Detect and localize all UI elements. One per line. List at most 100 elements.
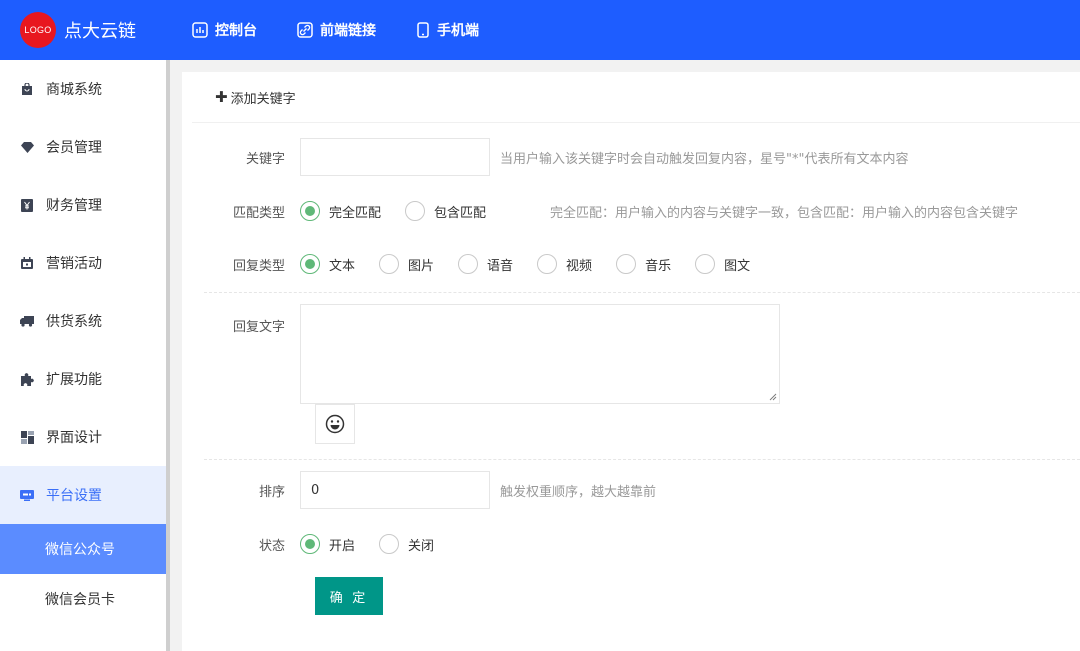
logo-badge: LOGO <box>20 12 56 48</box>
reply-type-video-radio[interactable]: 视频 <box>537 254 592 274</box>
match-exact-radio[interactable]: 完全匹配 <box>300 201 381 221</box>
confirm-button[interactable]: 确 定 <box>315 577 383 615</box>
radio-label: 图文 <box>724 258 751 274</box>
logo-area[interactable]: LOGO 点大云链 <box>20 12 192 48</box>
sidebar-item-label: 商城系统 <box>46 82 102 98</box>
resize-grip-icon[interactable] <box>769 393 777 401</box>
radio-circle <box>379 534 400 554</box>
mobile-icon <box>417 22 429 38</box>
sidebar-item-label: 平台设置 <box>46 488 102 504</box>
shopping-bag-icon <box>20 82 34 96</box>
reply-type-radio-group: 文本 图片 语音 视频 音乐 图文 <box>300 254 774 274</box>
reply-type-music-radio[interactable]: 音乐 <box>616 254 671 274</box>
radio-label: 包含匹配 <box>434 205 487 221</box>
sidebar-item-platform-settings[interactable]: 平台设置 <box>0 466 166 524</box>
truck-icon <box>20 314 34 328</box>
radio-label: 视频 <box>566 258 593 274</box>
radio-label: 图片 <box>408 258 435 274</box>
match-type-radio-group: 完全匹配 包含匹配 <box>300 201 510 221</box>
add-keyword-label: 添加关键字 <box>230 91 296 107</box>
radio-circle <box>537 254 558 274</box>
sidebar-item-label: 会员管理 <box>46 140 102 156</box>
radio-circle <box>458 254 479 274</box>
radio-circle <box>405 201 426 221</box>
sidebar-item-label: 供货系统 <box>46 314 102 330</box>
radio-label: 完全匹配 <box>329 205 382 221</box>
sidebar-item-label: 营销活动 <box>46 256 102 272</box>
layout-icon <box>20 430 34 444</box>
emoji-button[interactable] <box>315 404 355 444</box>
top-header: LOGO 点大云链 控制台 前端链接 手机端 <box>0 0 1080 60</box>
radio-label: 音乐 <box>645 258 672 274</box>
keyword-input[interactable] <box>300 138 490 176</box>
reply-type-image-radio[interactable]: 图片 <box>379 254 434 274</box>
settings-panel-icon <box>20 488 34 502</box>
reply-type-voice-radio[interactable]: 语音 <box>458 254 513 274</box>
reply-text-label: 回复文字 <box>232 320 285 335</box>
radio-circle <box>695 254 716 274</box>
radio-circle <box>616 254 637 274</box>
puzzle-icon <box>20 372 34 386</box>
sidebar-item-finance[interactable]: 财务管理 <box>0 176 166 234</box>
nav-frontend-link[interactable]: 前端链接 <box>297 20 376 40</box>
add-keyword-button[interactable]: ✚ 添加关键字 <box>192 72 1080 123</box>
keyword-hint: 当用户输入该关键字时会自动触发回复内容，星号"*"代表所有文本内容 <box>500 151 909 167</box>
match-type-hint: 完全匹配：用户输入的内容与关键字一致，包含匹配：用户输入的内容包含关键字 <box>550 205 1019 221</box>
reply-type-label: 回复类型 <box>232 258 285 274</box>
match-type-label: 匹配类型 <box>232 205 285 221</box>
status-on-radio[interactable]: 开启 <box>300 534 355 554</box>
status-radio-group: 开启 关闭 <box>300 534 458 554</box>
sidebar-item-ui-design[interactable]: 界面设计 <box>0 408 166 466</box>
sort-input[interactable]: 0 <box>300 471 490 509</box>
plus-icon: ✚ <box>215 88 228 106</box>
sidebar-item-mall[interactable]: 商城系统 <box>0 60 166 118</box>
sidebar-item-supply[interactable]: 供货系统 <box>0 292 166 350</box>
sort-hint: 触发权重顺序，越大越靠前 <box>500 484 657 500</box>
sidebar: 商城系统 会员管理 财务管理 营销活动 供货系统 扩展功能 界面设计 平台设置 … <box>0 60 166 651</box>
calendar-icon <box>20 256 34 270</box>
yen-icon <box>20 198 34 212</box>
match-type-row: 匹配类型 完全匹配 包含匹配 完全匹配：用户输入的内容与关键字一致，包含匹配：用… <box>182 201 1018 221</box>
reply-text-row: 回复文字 <box>182 304 780 404</box>
reply-type-news-radio[interactable]: 图文 <box>695 254 750 274</box>
brand-name: 点大云链 <box>64 21 136 42</box>
sidebar-item-extensions[interactable]: 扩展功能 <box>0 350 166 408</box>
section-divider <box>204 459 1080 460</box>
main-panel: ✚ 添加关键字 关键字 当用户输入该关键字时会自动触发回复内容，星号"*"代表所… <box>182 72 1080 651</box>
sort-row: 排序 0 触发权重顺序，越大越靠前 <box>182 471 656 509</box>
sidebar-scroll-divider[interactable] <box>166 60 170 651</box>
sidebar-item-label: 财务管理 <box>46 198 102 214</box>
link-icon <box>297 22 313 38</box>
reply-text-textarea[interactable] <box>300 304 780 404</box>
status-row: 状态 开启 关闭 <box>182 534 458 554</box>
sidebar-item-label: 扩展功能 <box>46 372 102 388</box>
sidebar-subitem-wechat-member-card[interactable]: 微信会员卡 <box>0 574 166 624</box>
reply-type-text-radio[interactable]: 文本 <box>300 254 355 274</box>
radio-label: 语音 <box>487 258 514 274</box>
nav-dashboard-label: 控制台 <box>215 23 257 39</box>
sidebar-item-members[interactable]: 会员管理 <box>0 118 166 176</box>
nav-mobile[interactable]: 手机端 <box>416 20 479 40</box>
diamond-icon <box>20 140 34 154</box>
radio-label: 关闭 <box>408 538 435 554</box>
radio-circle-checked <box>300 201 320 221</box>
status-label: 状态 <box>258 538 285 554</box>
sidebar-item-marketing[interactable]: 营销活动 <box>0 234 166 292</box>
match-contains-radio[interactable]: 包含匹配 <box>405 201 486 221</box>
keyword-label: 关键字 <box>245 151 285 167</box>
section-divider <box>204 292 1080 293</box>
sidebar-item-label: 界面设计 <box>46 430 102 446</box>
radio-label: 开启 <box>329 538 356 554</box>
sidebar-subitem-wechat-official[interactable]: 微信公众号 <box>0 524 166 574</box>
status-off-radio[interactable]: 关闭 <box>379 534 434 554</box>
dashboard-icon <box>192 22 208 38</box>
reply-type-row: 回复类型 文本 图片 语音 视频 音乐 图文 <box>182 254 774 274</box>
smiley-icon <box>325 414 345 434</box>
keyword-row: 关键字 当用户输入该关键字时会自动触发回复内容，星号"*"代表所有文本内容 <box>182 138 908 176</box>
radio-label: 文本 <box>329 258 356 274</box>
nav-mobile-label: 手机端 <box>437 23 479 39</box>
top-nav: 控制台 前端链接 手机端 <box>192 20 519 40</box>
radio-circle <box>379 254 400 274</box>
nav-dashboard[interactable]: 控制台 <box>192 20 257 40</box>
radio-circle-checked <box>300 254 320 274</box>
